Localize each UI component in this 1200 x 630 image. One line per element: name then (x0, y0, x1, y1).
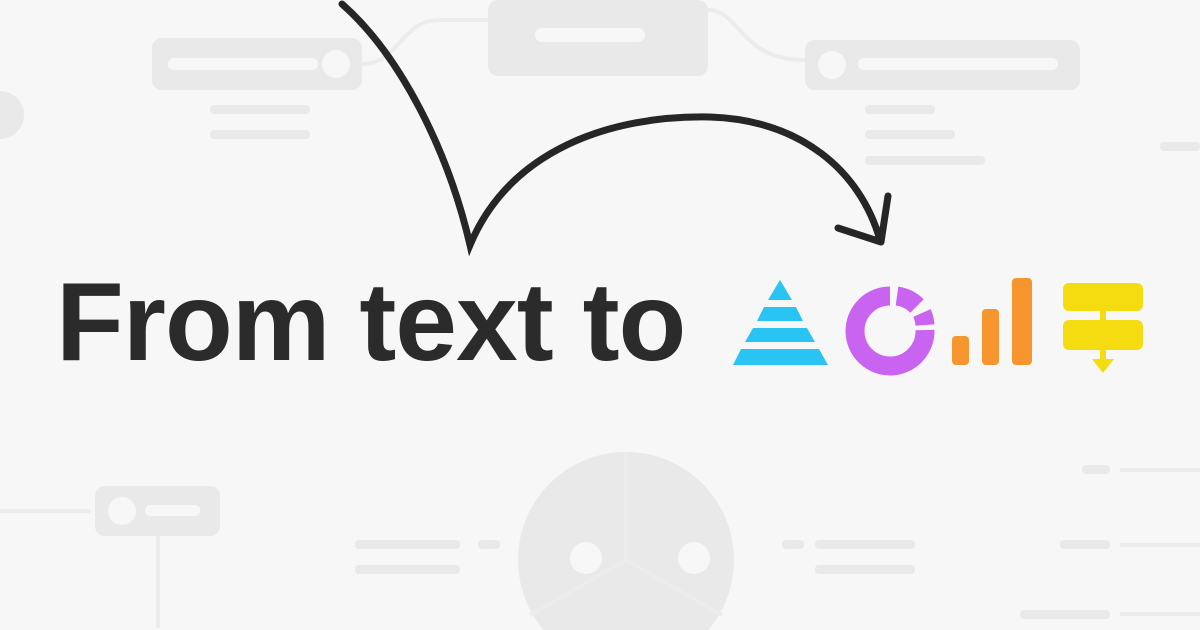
donut-chart-icon (845, 286, 935, 376)
bar-chart-icon (952, 278, 1032, 365)
pyramid-icon (733, 280, 828, 365)
flowchart-icon (1063, 283, 1143, 373)
headline: From text to (56, 260, 686, 384)
